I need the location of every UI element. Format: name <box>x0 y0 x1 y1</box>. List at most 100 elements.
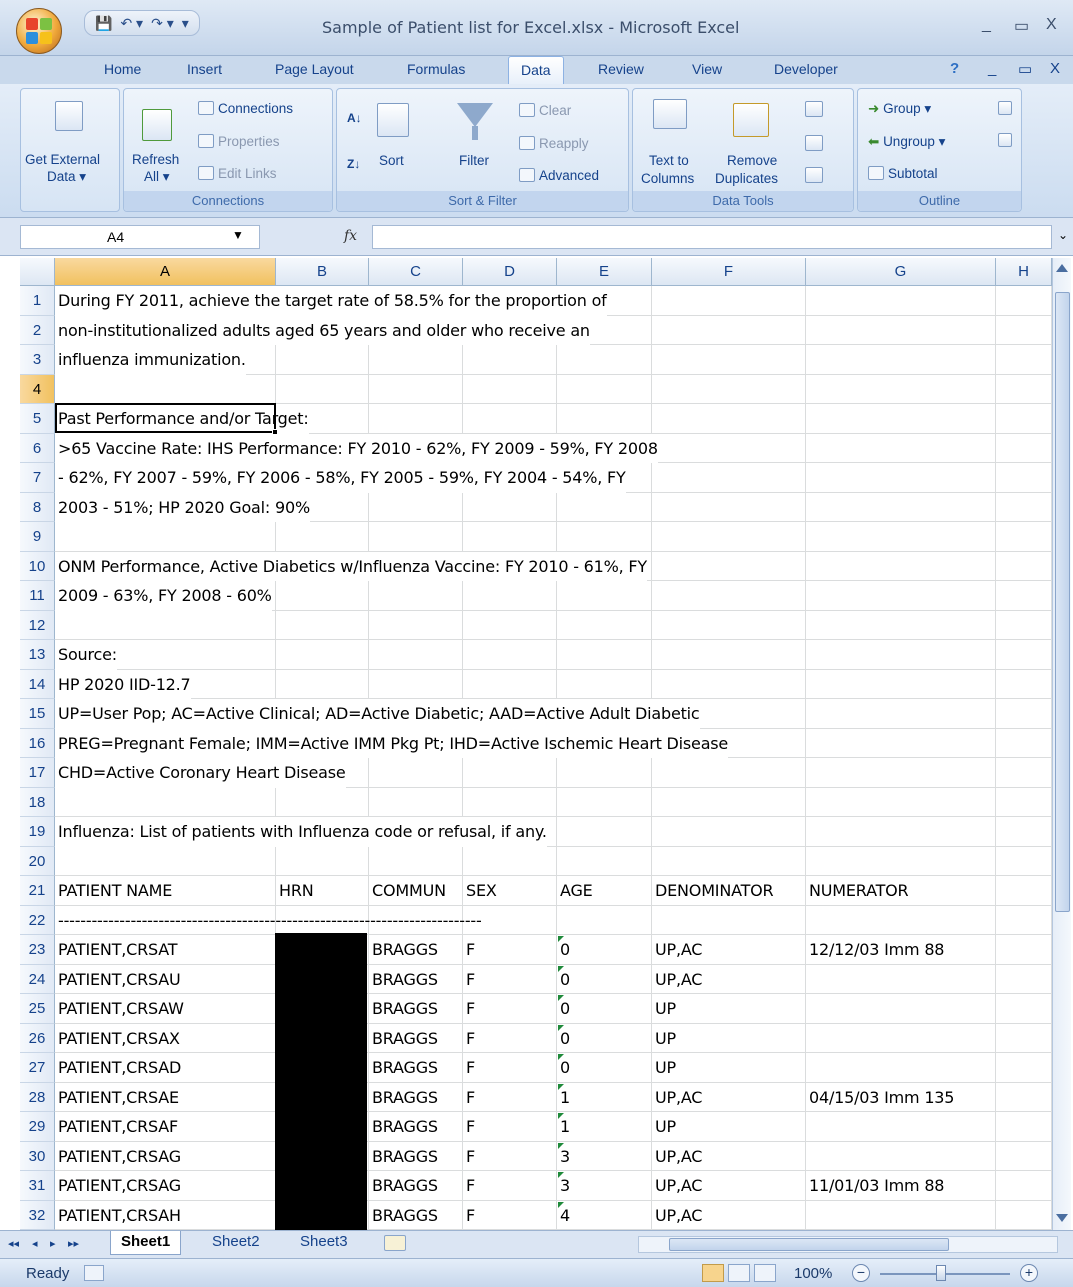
cell-b[interactable] <box>276 787 369 817</box>
cell-a[interactable]: PATIENT,CRSAG <box>55 1171 276 1201</box>
header-cell-d[interactable]: SEX <box>463 876 557 906</box>
cell-h[interactable] <box>996 1053 1052 1083</box>
tab-page-layout[interactable]: Page Layout <box>275 61 354 77</box>
cell-g[interactable] <box>806 551 996 581</box>
cell-f[interactable]: UP,AC <box>652 1200 806 1230</box>
cell-h[interactable] <box>996 522 1052 552</box>
cell-c[interactable] <box>369 758 463 788</box>
cell-b[interactable] <box>276 846 369 876</box>
name-box[interactable]: A4 <box>20 225 260 249</box>
cell-d[interactable]: F <box>463 1023 557 1053</box>
cell-e[interactable] <box>557 345 652 375</box>
row-header[interactable]: 6 <box>20 433 55 463</box>
row-header[interactable]: 17 <box>20 758 55 788</box>
cell-f[interactable] <box>652 522 806 552</box>
cell-g[interactable] <box>806 1141 996 1171</box>
cell-g[interactable] <box>806 846 996 876</box>
cell-f[interactable]: UP,AC <box>652 1082 806 1112</box>
cell-f[interactable] <box>652 758 806 788</box>
header-cell-e[interactable]: AGE <box>557 876 652 906</box>
cell-e[interactable] <box>557 758 652 788</box>
cell-e[interactable]: 1 <box>557 1082 652 1112</box>
cell-h[interactable] <box>996 994 1052 1024</box>
tab-data[interactable]: Data <box>508 56 564 84</box>
cell-c[interactable]: BRAGGS <box>369 964 463 994</box>
reapply-button[interactable]: Reapply <box>519 136 589 151</box>
first-sheet-button[interactable]: ◂◂ <box>8 1237 19 1250</box>
cell-d[interactable]: F <box>463 1171 557 1201</box>
scroll-down-icon[interactable] <box>1056 1214 1068 1222</box>
row-header[interactable]: 24 <box>20 964 55 994</box>
cell-g[interactable] <box>806 728 996 758</box>
cell-c[interactable]: BRAGGS <box>369 1023 463 1053</box>
formula-input[interactable] <box>372 225 1052 249</box>
cell-text[interactable]: influenza immunization. <box>55 345 246 375</box>
customize-qat-icon[interactable]: ▾ <box>182 15 189 32</box>
cell-h[interactable] <box>996 433 1052 463</box>
page-layout-view-button[interactable] <box>728 1264 750 1282</box>
cell-b[interactable] <box>276 374 369 404</box>
page-break-view-button[interactable] <box>754 1264 776 1282</box>
cell-d[interactable]: F <box>463 1053 557 1083</box>
cell-d[interactable] <box>463 374 557 404</box>
tab-review[interactable]: Review <box>598 61 644 77</box>
cell-b[interactable] <box>276 640 369 670</box>
cell-e[interactable] <box>557 787 652 817</box>
get-external-data-dropdown[interactable]: Data ▾ <box>47 169 86 185</box>
cell-text[interactable]: PREG=Pregnant Female; IMM=Active IMM Pkg… <box>55 728 728 758</box>
cell-h[interactable] <box>996 1200 1052 1230</box>
cell-a[interactable]: PATIENT,CRSAT <box>55 935 276 965</box>
cell-h[interactable] <box>996 463 1052 493</box>
consolidate-icon[interactable] <box>805 135 823 151</box>
cell-h[interactable] <box>996 1082 1052 1112</box>
row-header[interactable]: 30 <box>20 1141 55 1171</box>
cell-e[interactable] <box>557 492 652 522</box>
refresh-all-label[interactable]: Refresh <box>132 152 179 167</box>
cell-g[interactable] <box>806 610 996 640</box>
row-header[interactable]: 32 <box>20 1200 55 1230</box>
cell-c[interactable] <box>369 846 463 876</box>
cell-f[interactable]: UP <box>652 994 806 1024</box>
cell-g[interactable] <box>806 817 996 847</box>
minimize-button[interactable]: _ <box>982 16 991 34</box>
cell-e[interactable] <box>557 669 652 699</box>
cell-e[interactable]: 1 <box>557 1112 652 1142</box>
cell-g[interactable] <box>806 964 996 994</box>
column-header-g[interactable]: G <box>806 258 996 286</box>
cell-h[interactable] <box>996 1171 1052 1201</box>
cell-e[interactable] <box>557 610 652 640</box>
cell-d[interactable]: F <box>463 1112 557 1142</box>
sort-z-to-a-button[interactable]: Z↓ <box>347 157 360 171</box>
cell-g[interactable] <box>806 994 996 1024</box>
row-header[interactable]: 10 <box>20 551 55 581</box>
cell-h[interactable] <box>996 935 1052 965</box>
cell-g[interactable]: 04/15/03 Imm 135 <box>806 1082 996 1112</box>
cell-e[interactable]: 3 <box>557 1171 652 1201</box>
row-header[interactable]: 23 <box>20 935 55 965</box>
cell-h[interactable] <box>996 669 1052 699</box>
row-header[interactable]: 26 <box>20 1023 55 1053</box>
cell-c[interactable]: BRAGGS <box>369 1082 463 1112</box>
column-header-c[interactable]: C <box>369 258 463 286</box>
cell-b[interactable] <box>276 345 369 375</box>
cell-a[interactable]: PATIENT,CRSAU <box>55 964 276 994</box>
row-header[interactable]: 3 <box>20 345 55 375</box>
cell-f[interactable] <box>652 551 806 581</box>
edit-links-button[interactable]: Edit Links <box>198 166 277 181</box>
cell-g[interactable] <box>806 669 996 699</box>
row-header[interactable]: 16 <box>20 728 55 758</box>
cell-c[interactable]: BRAGGS <box>369 1053 463 1083</box>
cell-f[interactable]: UP,AC <box>652 935 806 965</box>
cell-g[interactable] <box>806 787 996 817</box>
cell-h[interactable] <box>996 1112 1052 1142</box>
cell-f[interactable] <box>652 610 806 640</box>
cell-f[interactable] <box>652 286 806 316</box>
cell-b[interactable] <box>276 522 369 552</box>
tab-home[interactable]: Home <box>104 61 141 77</box>
save-icon[interactable]: 💾 <box>95 15 112 32</box>
row-header[interactable]: 29 <box>20 1112 55 1142</box>
active-cell-a4[interactable] <box>55 403 276 433</box>
text-to-columns-label-2[interactable]: Columns <box>641 171 694 186</box>
sheet-tab-sheet2[interactable]: Sheet2 <box>202 1231 270 1255</box>
cell-d[interactable] <box>463 522 557 552</box>
